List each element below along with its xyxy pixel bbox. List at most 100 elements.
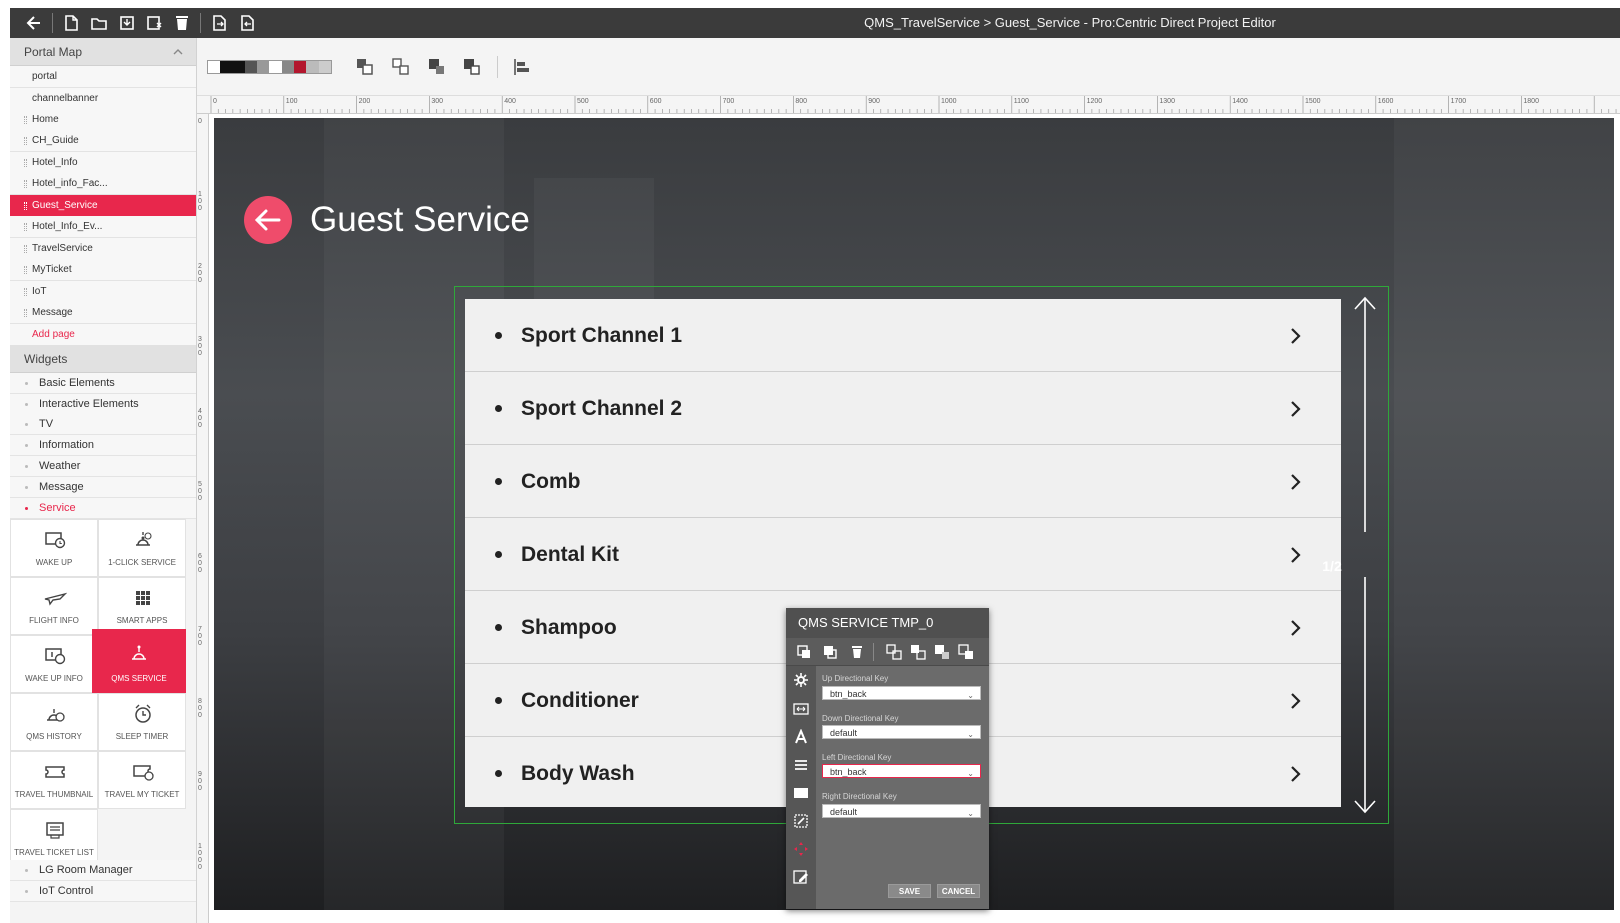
bring-to-front-icon[interactable] — [910, 644, 926, 660]
gear-icon[interactable] — [793, 672, 809, 688]
drag-handle-icon[interactable] — [24, 159, 27, 167]
page-item-home[interactable]: Home — [10, 109, 196, 131]
text-icon[interactable] — [793, 729, 809, 745]
page-item-ch-guide[interactable]: CH_Guide — [10, 130, 196, 152]
color-swatch[interactable] — [232, 61, 245, 73]
resize-icon[interactable] — [793, 701, 809, 717]
widget-category-message[interactable]: Message — [10, 477, 196, 498]
navigation-keys-icon[interactable] — [793, 841, 809, 857]
send-backward-icon[interactable] — [934, 644, 950, 660]
list-scroll-indicator[interactable] — [1341, 287, 1389, 825]
bring-to-front-icon[interactable] — [354, 56, 376, 78]
widget-category-interactive-elements[interactable]: Interactive Elements — [10, 394, 196, 415]
drag-handle-icon[interactable] — [24, 288, 27, 296]
new-file-icon[interactable] — [61, 13, 81, 33]
color-swatch[interactable] — [208, 61, 221, 73]
import-icon[interactable] — [237, 13, 257, 33]
open-folder-icon[interactable] — [89, 13, 109, 33]
widget-tile-sleep-timer[interactable]: SLEEP TIMER — [98, 693, 186, 751]
cancel-button[interactable]: CANCEL — [937, 884, 980, 898]
list-item[interactable]: Sport Channel 2 — [465, 372, 1341, 445]
color-swatch[interactable] — [257, 61, 270, 73]
drag-handle-icon[interactable] — [24, 309, 27, 317]
color-swatch[interactable] — [269, 61, 282, 73]
widget-tile-wake-up[interactable]: WAKE UP — [10, 519, 98, 577]
save-button[interactable]: SAVE — [888, 884, 931, 898]
widget-category-service[interactable]: Service — [10, 498, 196, 519]
add-page-link[interactable]: Add page — [10, 324, 196, 346]
widget-tile-travel-ticket-list[interactable]: TRAVEL TICKET LIST — [10, 809, 98, 867]
page-item-travel-service[interactable]: TravelService — [10, 238, 196, 260]
align-left-icon[interactable] — [511, 56, 533, 78]
drag-handle-icon[interactable] — [24, 245, 27, 253]
left-key-select[interactable]: btn_back ⌄ — [822, 764, 981, 778]
page-item-hotel-info-fac[interactable]: Hotel_info_Fac... — [10, 173, 196, 195]
widget-category-weather[interactable]: Weather — [10, 456, 196, 477]
widget-category-tv[interactable]: TV — [10, 414, 196, 435]
list-item[interactable]: Dental Kit — [465, 518, 1341, 591]
drag-handle-icon[interactable] — [24, 137, 27, 145]
right-key-select[interactable]: default ⌄ — [822, 804, 981, 818]
back-button[interactable] — [244, 196, 292, 244]
color-swatch[interactable] — [220, 61, 233, 73]
list-item-label: Sport Channel 1 — [521, 324, 683, 347]
trash-icon[interactable] — [849, 644, 865, 660]
widget-tile-travel-my-ticket[interactable]: TRAVEL MY TICKET — [98, 751, 186, 809]
properties-title[interactable]: QMS SERVICE TMP_0 — [786, 608, 989, 638]
page-item-hotel-info[interactable]: Hotel_Info — [10, 152, 196, 174]
page-item-my-ticket[interactable]: MyTicket — [10, 259, 196, 281]
down-key-select[interactable]: default ⌄ — [822, 725, 981, 739]
send-backward-icon[interactable] — [426, 56, 448, 78]
save-icon[interactable] — [117, 13, 137, 33]
chevron-up-icon[interactable] — [173, 48, 183, 56]
widget-tile-1-click-service[interactable]: 1-CLICK SERVICE — [98, 519, 186, 577]
save-as-icon[interactable] — [145, 13, 165, 33]
edit-icon[interactable] — [793, 869, 809, 885]
send-to-back-icon[interactable] — [461, 56, 483, 78]
page-item-message[interactable]: Message — [10, 302, 196, 324]
properties-panel[interactable]: QMS SERVICE TMP_0 Up Directional Key btn… — [786, 608, 989, 909]
widget-category-iot-control[interactable]: IoT Control — [10, 881, 196, 902]
color-palette[interactable] — [207, 60, 332, 74]
trash-icon[interactable] — [172, 13, 192, 33]
color-swatch[interactable] — [244, 61, 258, 73]
rectangle-icon[interactable] — [793, 785, 809, 801]
portal-map-header[interactable]: Portal Map — [10, 38, 196, 66]
widgets-header[interactable]: Widgets — [10, 345, 196, 373]
page-item-hotel-info-ev[interactable]: Hotel_Info_Ev... — [10, 216, 196, 238]
widget-category-lg-room-manager[interactable]: LG Room Manager — [10, 860, 196, 881]
page-item-channelbanner[interactable]: channelbanner — [10, 88, 196, 110]
image-edit-icon[interactable] — [793, 813, 809, 829]
drag-handle-icon[interactable] — [24, 223, 27, 231]
bring-forward-icon[interactable] — [390, 56, 412, 78]
drag-handle-icon[interactable] — [24, 202, 27, 210]
paste-icon[interactable] — [822, 644, 838, 660]
widget-tile-qms-service[interactable]: QMS SERVICE — [92, 629, 186, 693]
page-item-portal[interactable]: portal — [10, 66, 196, 88]
page-item-guest-service[interactable]: Guest_Service — [10, 195, 196, 217]
color-swatch[interactable] — [318, 61, 331, 73]
list-icon[interactable] — [793, 757, 809, 773]
page-item-iot[interactable]: IoT — [10, 281, 196, 303]
color-swatch[interactable] — [294, 61, 307, 73]
list-item[interactable]: Sport Channel 1 — [465, 299, 1341, 372]
widget-tile-flight-info[interactable]: FLIGHT INFO — [10, 577, 98, 635]
send-to-back-icon[interactable] — [958, 644, 974, 660]
widget-category-basic-elements[interactable]: Basic Elements — [10, 373, 196, 394]
widget-tile-smart-apps[interactable]: SMART APPS — [98, 577, 186, 635]
drag-handle-icon[interactable] — [24, 266, 27, 274]
widget-tile-travel-thumbnail[interactable]: TRAVEL THUMBNAIL — [10, 751, 98, 809]
export-icon[interactable] — [209, 13, 229, 33]
widget-tile-wake-up-info[interactable]: WAKE UP INFO — [10, 635, 98, 693]
drag-handle-icon[interactable] — [24, 116, 27, 124]
color-swatch[interactable] — [306, 61, 319, 73]
list-item[interactable]: Comb — [465, 445, 1341, 518]
widget-category-information[interactable]: Information — [10, 435, 196, 456]
up-key-select[interactable]: btn_back ⌄ — [822, 686, 981, 700]
drag-handle-icon[interactable] — [24, 180, 27, 188]
back-arrow-icon[interactable] — [24, 13, 44, 33]
widget-tile-qms-history[interactable]: QMS HISTORY — [10, 693, 98, 751]
bring-forward-icon[interactable] — [886, 644, 902, 660]
copy-icon[interactable] — [796, 644, 812, 660]
color-swatch[interactable] — [281, 61, 295, 73]
